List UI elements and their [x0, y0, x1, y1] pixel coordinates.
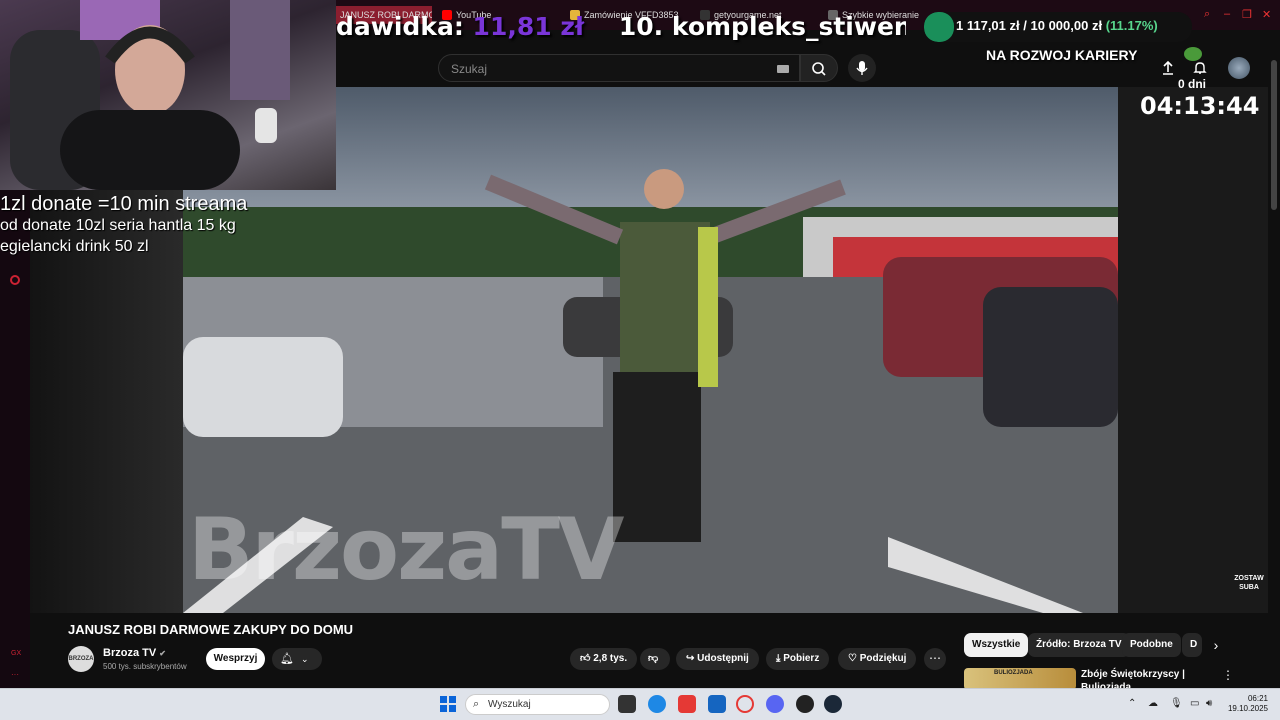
- video-letterbox-right: [1118, 87, 1268, 613]
- close-icon[interactable]: ✕: [1262, 8, 1274, 21]
- download-icon: ⤓: [776, 653, 781, 664]
- share-label: Udostępnij: [697, 653, 749, 664]
- windows-taskbar: [0, 688, 1280, 720]
- discord-icon[interactable]: [766, 695, 784, 713]
- chevron-right-icon[interactable]: ›: [1206, 633, 1226, 657]
- goal-target: 10 000,00 zł: [1030, 18, 1103, 33]
- youtube-icon[interactable]: [678, 695, 696, 713]
- chip-more[interactable]: D: [1182, 633, 1202, 657]
- donation-rule-line: 1zl donate =10 min streama: [0, 193, 248, 215]
- recommended-thumbnail[interactable]: BULIOZJADA: [964, 668, 1076, 690]
- thanks-label: Podziękuj: [859, 653, 907, 664]
- network-icon[interactable]: ▭: [1190, 698, 1199, 709]
- channel-name-text: Brzoza TV: [103, 647, 157, 659]
- task-view-icon[interactable]: [618, 695, 636, 713]
- donation-rule-line: od donate 10zl seria hantla 15 kg: [0, 217, 236, 234]
- verified-icon: ✔: [159, 649, 166, 658]
- cloud-icon[interactable]: ☁: [1148, 698, 1158, 709]
- more-icon[interactable]: ···: [11, 670, 19, 679]
- video-title: JANUSZ ROBI DARMOWE ZAKUPY DO DOMU: [68, 622, 354, 637]
- mic-icon: [856, 61, 868, 75]
- goal-text: 1 117,01 zł / 10 000,00 zł (11.17%): [956, 18, 1158, 33]
- voice-search-button[interactable]: [848, 54, 876, 82]
- taskbar-clock[interactable]: 06:21 19.10.2025: [1214, 694, 1268, 714]
- keyboard-icon[interactable]: [777, 65, 789, 73]
- goal-progress-fill: [924, 12, 954, 42]
- ticker-donor: dawidka:: [336, 12, 464, 41]
- subscriber-count: 500 tys. subskrybentów: [103, 662, 187, 671]
- bell-icon[interactable]: [1192, 60, 1208, 76]
- like-count: 2,8 tys.: [593, 653, 628, 664]
- chevron-up-icon[interactable]: ⌃: [1128, 698, 1136, 709]
- thumbs-up-icon: 👍︎: [580, 653, 591, 664]
- obs-icon[interactable]: [796, 695, 814, 713]
- clock-date: 19.10.2025: [1227, 704, 1268, 713]
- donation-rule-line: egielancki drink 50 zl: [0, 238, 149, 255]
- search-icon: [812, 62, 826, 76]
- chip-similar[interactable]: Podobne: [1122, 633, 1181, 657]
- taskbar-search-placeholder: Wyszukaj: [488, 699, 531, 710]
- goal-separator: /: [1023, 18, 1027, 33]
- scrollbar-thumb[interactable]: [1271, 60, 1277, 210]
- clock-time: 06:21: [1247, 694, 1268, 703]
- donation-rules: 1zl donate =10 min streama od donate 10z…: [0, 194, 300, 257]
- minimize-icon[interactable]: –: [1224, 8, 1236, 20]
- thumbs-down-icon: 👎︎: [648, 653, 659, 664]
- upload-icon[interactable]: [1160, 60, 1176, 76]
- frog-emote-icon: [1184, 47, 1202, 61]
- channel-name[interactable]: Brzoza TV ✔: [103, 647, 166, 659]
- heart-dollar-icon: ♡: [848, 653, 857, 664]
- volume-icon[interactable]: 🔊︎: [1206, 698, 1212, 709]
- more-actions-button[interactable]: ⋯: [924, 648, 946, 670]
- settings-icon[interactable]: [10, 275, 20, 285]
- support-button[interactable]: Wesprzyj: [206, 648, 265, 670]
- donation-ticker: dawidka: 11,81 zł 10. kompleks_stiwensc: [336, 12, 906, 46]
- notification-button[interactable]: 🔔︎ ⌄: [272, 648, 322, 670]
- mic-icon[interactable]: 🎙︎: [1170, 698, 1183, 709]
- channel-avatar[interactable]: BRZOZA: [68, 646, 94, 672]
- chevron-down-icon: ⌄: [301, 654, 309, 664]
- goal-current: 1 117,01 zł: [956, 18, 1020, 33]
- maximize-icon[interactable]: ❐: [1242, 8, 1254, 21]
- days-counter: 0 dni: [1178, 77, 1207, 91]
- stream-timer: 04:13:44: [1140, 92, 1260, 120]
- webcam-image: [10, 0, 290, 190]
- avatar[interactable]: [1228, 57, 1250, 79]
- more-vertical-icon[interactable]: ⋮: [1222, 668, 1234, 682]
- goal-percent: (11.17%): [1105, 18, 1158, 33]
- ticker-message: 10. kompleks_stiwensc: [618, 12, 906, 41]
- subscribe-badge: ZOSTAW SUBA: [1234, 575, 1264, 591]
- bell-icon: 🔔︎: [280, 653, 294, 665]
- taskbar-search-input[interactable]: ⌕ Wyszukaj: [465, 694, 610, 715]
- app-icon[interactable]: [708, 695, 726, 713]
- ticker-amount: 11,81 zł: [472, 12, 585, 41]
- thumbnail-caption: BULIOZJADA: [994, 670, 1033, 676]
- search-placeholder: Szukaj: [451, 62, 488, 76]
- search-icon: ⌕: [473, 698, 480, 710]
- goal-caption: NA ROZWOJ KARIERY: [986, 47, 1138, 63]
- gx-icon[interactable]: GX: [11, 650, 21, 657]
- download-button[interactable]: ⤓ Pobierz: [766, 648, 830, 670]
- share-icon: ↪: [686, 653, 695, 664]
- video-watermark: BrzozaTV: [188, 500, 624, 600]
- left-sidebar: GX ···: [0, 190, 30, 688]
- steam-icon[interactable]: [824, 695, 842, 713]
- edge-icon[interactable]: [648, 695, 666, 713]
- share-button[interactable]: ↪ Udostępnij: [676, 648, 759, 670]
- thanks-button[interactable]: ♡ Podziękuj: [838, 648, 917, 670]
- chip-source[interactable]: Źródło: Brzoza TV: [1028, 633, 1130, 657]
- like-button[interactable]: 👍︎ 2,8 tys.: [570, 648, 638, 670]
- dislike-button[interactable]: 👎︎: [640, 648, 670, 670]
- chip-all[interactable]: Wszystkie: [964, 633, 1029, 657]
- search-button[interactable]: [800, 54, 838, 82]
- webcam-feed: [0, 0, 336, 190]
- windows-start-icon[interactable]: [440, 696, 456, 712]
- download-label: Pobierz: [783, 653, 820, 664]
- donation-goal-bar: 1 117,01 zł / 10 000,00 zł (11.17%): [924, 12, 1192, 42]
- search-input[interactable]: Szukaj: [438, 54, 800, 82]
- opera-icon[interactable]: [736, 695, 754, 713]
- search-icon[interactable]: ⌕: [1204, 8, 1216, 20]
